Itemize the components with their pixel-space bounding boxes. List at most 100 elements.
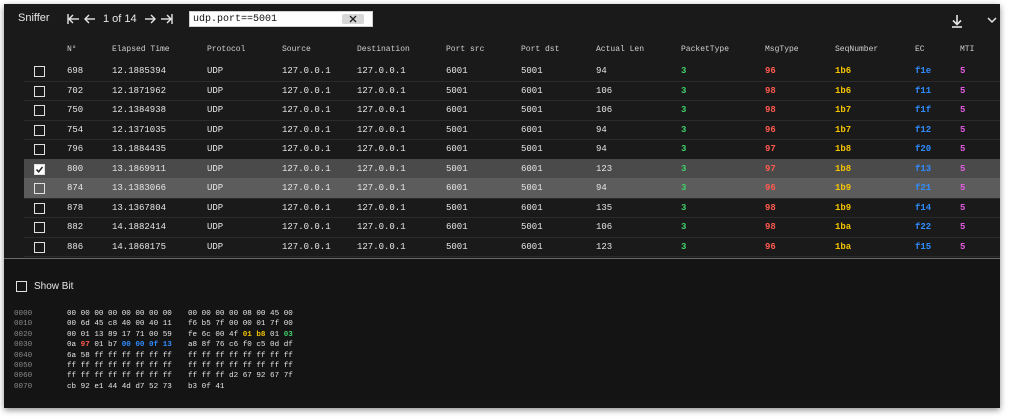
header-col-ec[interactable]: EC bbox=[915, 45, 925, 54]
row-checkbox[interactable] bbox=[34, 163, 45, 175]
header-col-port-dst[interactable]: Port dst bbox=[521, 45, 559, 54]
cell-protocol: UDP bbox=[207, 124, 224, 135]
cell-number: 800 bbox=[67, 163, 84, 174]
cell-source: 127.0.0.1 bbox=[282, 144, 331, 154]
header-col-msg-type[interactable]: MsgType bbox=[765, 45, 799, 54]
cell-port-src: 5001 bbox=[446, 85, 468, 96]
cell-actual-len: 94 bbox=[596, 183, 607, 193]
row-checkbox[interactable] bbox=[34, 124, 45, 136]
row-checkbox[interactable] bbox=[34, 105, 45, 116]
header-col-seq-number[interactable]: SeqNumber bbox=[835, 45, 878, 54]
cell-elapsed-time: 13.1884435 bbox=[112, 144, 167, 154]
cell-mti: 5 bbox=[960, 202, 966, 213]
hex-bytes: 00 00 00 00 00 00 00 00 bbox=[67, 310, 172, 318]
cell-ec: f20 bbox=[915, 144, 932, 154]
cell-port-src: 5001 bbox=[446, 163, 468, 174]
clear-filter-button[interactable] bbox=[342, 14, 364, 24]
row-checkbox[interactable] bbox=[34, 85, 45, 97]
first-page-icon[interactable] bbox=[66, 12, 80, 26]
header-col-mti[interactable]: MTI bbox=[960, 45, 974, 54]
show-bit-checkbox[interactable] bbox=[16, 281, 27, 292]
cell-number: 886 bbox=[67, 241, 84, 252]
close-icon bbox=[349, 15, 357, 23]
table-row[interactable]: 874 13.1383066 UDP 127.0.0.1 127.0.0.1 6001 50… bbox=[24, 178, 1000, 199]
table-row[interactable]: 754 12.1371035 UDP 127.0.0.1 127.0.0.1 5001 60… bbox=[24, 120, 1000, 140]
table-row[interactable]: 698 12.1885394 UDP 127.0.0.1 127.0.0.1 6001 50… bbox=[24, 61, 1000, 82]
chevron-down-icon[interactable] bbox=[986, 12, 998, 24]
table-row[interactable]: 702 12.1871962 UDP 127.0.0.1 127.0.0.1 5001 60… bbox=[24, 81, 1000, 101]
cell-msg-type: 96 bbox=[765, 183, 776, 193]
header-col-port-src[interactable]: Port src bbox=[446, 45, 484, 54]
table-row[interactable]: 800 13.1869911 UDP 127.0.0.1 127.0.0.1 5001 60… bbox=[24, 158, 1000, 179]
table-row[interactable]: 750 12.1384938 UDP 127.0.0.1 127.0.0.1 6001 50… bbox=[24, 100, 1000, 121]
next-page-icon[interactable] bbox=[143, 12, 157, 26]
last-page-icon[interactable] bbox=[160, 12, 174, 26]
page-indicator: 1 of 14 bbox=[103, 13, 137, 25]
cell-port-dst: 6001 bbox=[521, 124, 543, 135]
cell-mti: 5 bbox=[960, 124, 966, 135]
row-checkbox[interactable] bbox=[34, 202, 45, 214]
cell-packet-type: 3 bbox=[681, 66, 687, 76]
toolbar: Sniffer 1 of 14 bbox=[4, 4, 1000, 38]
cell-protocol: UDP bbox=[207, 241, 224, 252]
header-col-destination[interactable]: Destination bbox=[357, 45, 410, 54]
header-col-packet-type[interactable]: PacketType bbox=[681, 45, 729, 54]
cell-source: 127.0.0.1 bbox=[282, 222, 331, 232]
cell-actual-len: 94 bbox=[596, 124, 607, 135]
download-icon[interactable] bbox=[949, 13, 965, 29]
cell-port-dst: 5001 bbox=[521, 144, 543, 154]
cell-packet-type: 3 bbox=[681, 183, 687, 193]
header-col-protocol[interactable]: Protocol bbox=[207, 45, 245, 54]
show-bit-toggle[interactable]: Show Bit bbox=[16, 281, 73, 292]
header-col-source[interactable]: Source bbox=[282, 45, 311, 54]
row-checkbox[interactable] bbox=[34, 241, 45, 253]
cell-number: 796 bbox=[67, 144, 84, 154]
cell-source: 127.0.0.1 bbox=[282, 241, 331, 252]
cell-port-dst: 6001 bbox=[521, 241, 543, 252]
cell-actual-len: 94 bbox=[596, 144, 607, 154]
row-checkbox[interactable] bbox=[34, 144, 45, 155]
cell-seq-number: 1b7 bbox=[835, 124, 852, 135]
filter-field[interactable] bbox=[189, 11, 373, 27]
cell-actual-len: 135 bbox=[596, 202, 613, 213]
cell-seq-number: 1ba bbox=[835, 222, 852, 232]
pager: 1 of 14 bbox=[66, 12, 174, 26]
hex-bytes: 0a 97 01 b7 00 00 0f 13 bbox=[67, 341, 172, 350]
header-col-actual-len[interactable]: Actual Len bbox=[596, 45, 644, 54]
row-checkbox[interactable] bbox=[34, 66, 45, 77]
cell-number: 750 bbox=[67, 105, 84, 115]
cell-number: 702 bbox=[67, 85, 84, 96]
cell-elapsed-time: 13.1367804 bbox=[112, 202, 167, 213]
filter-input[interactable] bbox=[193, 12, 343, 26]
row-checkbox[interactable] bbox=[34, 183, 45, 194]
cell-msg-type: 98 bbox=[765, 85, 776, 96]
cell-packet-type: 3 bbox=[681, 163, 687, 174]
header-col-number[interactable]: N° bbox=[67, 45, 77, 54]
cell-destination: 127.0.0.1 bbox=[357, 241, 406, 252]
table-row[interactable]: 878 13.1367804 UDP 127.0.0.1 127.0.0.1 5001 60… bbox=[24, 198, 1000, 218]
packet-detail-pane: Show Bit 0000 00 00 00 00 00 00 00 00 00 0… bbox=[4, 259, 1000, 408]
cell-ec: f1f bbox=[915, 105, 932, 115]
header-col-elapsed-time[interactable]: Elapsed Time bbox=[112, 45, 170, 54]
table-row[interactable]: 886 14.1868175 UDP 127.0.0.1 127.0.0.1 5001 60… bbox=[24, 237, 1000, 257]
cell-port-src: 5001 bbox=[446, 124, 468, 135]
cell-elapsed-time: 12.1384938 bbox=[112, 105, 167, 115]
cell-mti: 5 bbox=[960, 105, 966, 115]
row-checkbox[interactable] bbox=[34, 222, 45, 233]
table-header: N° Elapsed Time Protocol Source Destination P… bbox=[4, 40, 1000, 60]
cell-packet-type: 3 bbox=[681, 144, 687, 154]
cell-seq-number: 1ba bbox=[835, 241, 852, 252]
table-row[interactable]: 882 14.1882414 UDP 127.0.0.1 127.0.0.1 6001 50… bbox=[24, 217, 1000, 238]
cell-msg-type: 96 bbox=[765, 241, 776, 252]
cell-port-dst: 5001 bbox=[521, 105, 543, 115]
show-bit-label: Show Bit bbox=[34, 281, 74, 292]
cell-port-src: 5001 bbox=[446, 202, 468, 213]
hex-offset: 0070 bbox=[14, 382, 33, 391]
cell-protocol: UDP bbox=[207, 144, 224, 154]
cell-port-src: 6001 bbox=[446, 66, 468, 76]
cell-actual-len: 123 bbox=[596, 163, 613, 174]
cell-source: 127.0.0.1 bbox=[282, 202, 331, 213]
prev-page-icon[interactable] bbox=[83, 12, 97, 26]
cell-msg-type: 98 bbox=[765, 222, 776, 232]
table-row[interactable]: 796 13.1884435 UDP 127.0.0.1 127.0.0.1 6001 50… bbox=[24, 139, 1000, 160]
